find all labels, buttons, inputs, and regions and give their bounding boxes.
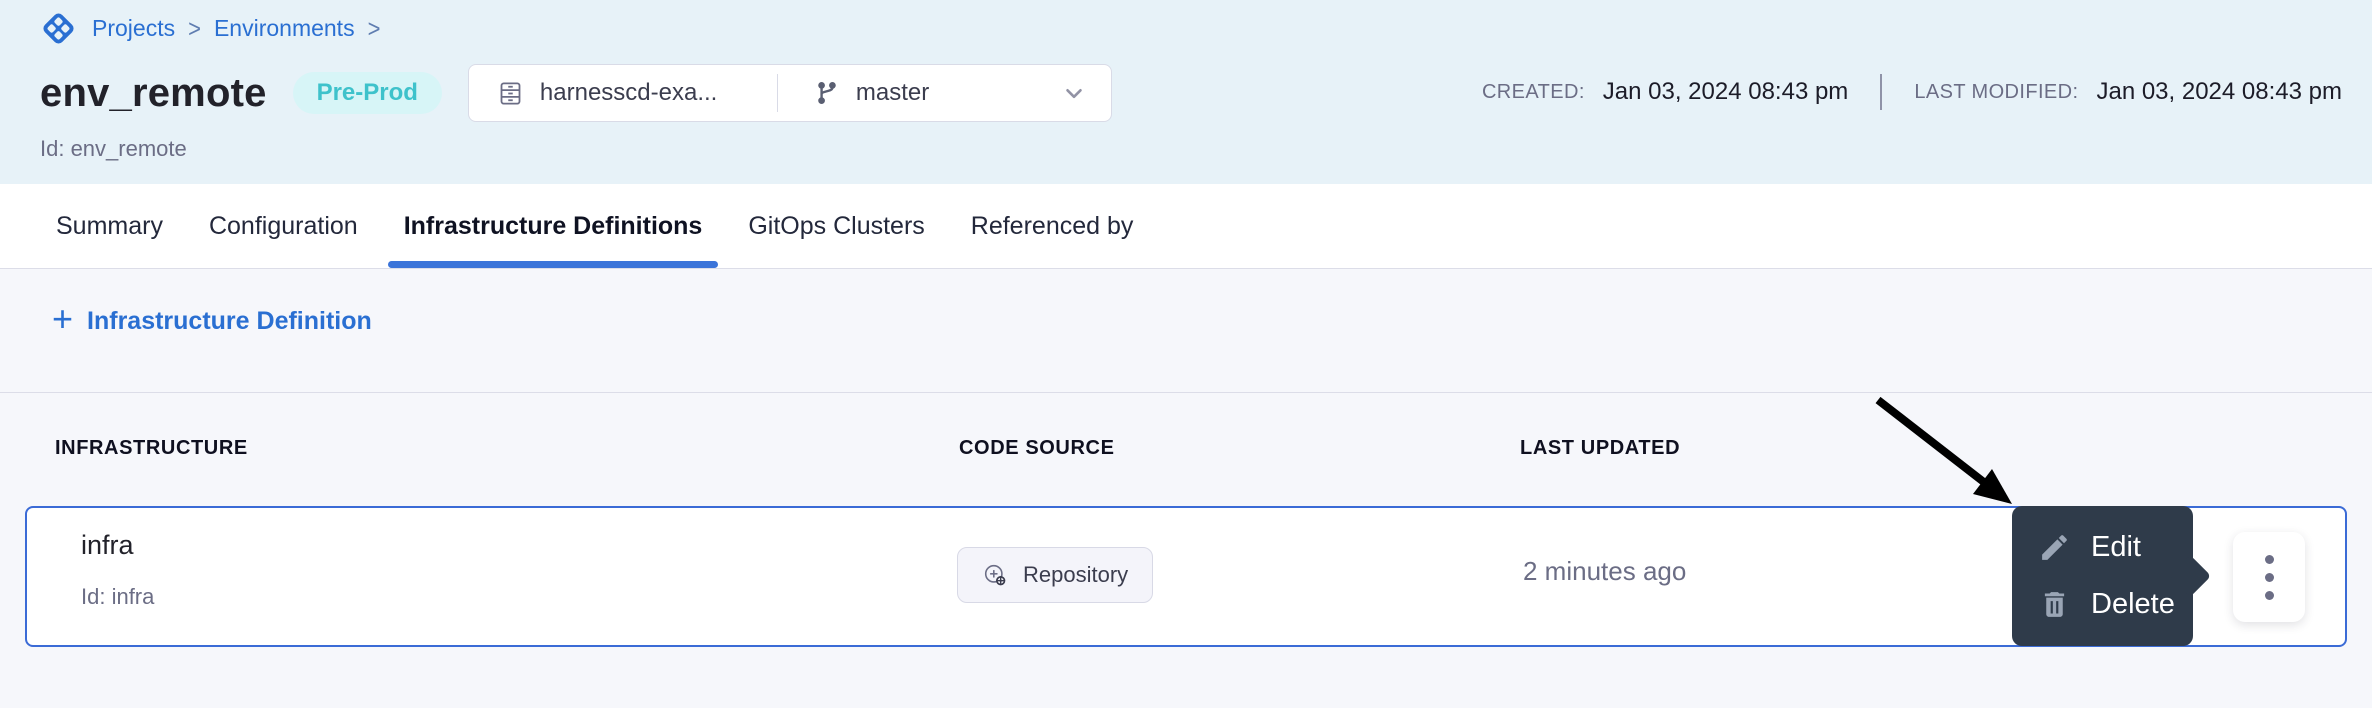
tab-label: Summary: [56, 212, 163, 241]
meta-timestamps: CREATED: Jan 03, 2024 08:43 pm LAST MODI…: [1482, 0, 2342, 184]
created-label: CREATED:: [1482, 81, 1585, 104]
column-last-updated: LAST UPDATED: [1520, 437, 1680, 460]
menu-item-label: Delete: [2091, 588, 2175, 621]
tab-infrastructure-definitions[interactable]: Infrastructure Definitions: [404, 184, 703, 268]
last-updated-value: 2 minutes ago: [1523, 556, 1686, 587]
environment-details-page: Projects > Environments > env_remote Pre…: [0, 0, 2372, 708]
trash-icon: [2038, 588, 2071, 621]
page-title: env_remote: [40, 71, 267, 116]
last-modified-value: Jan 03, 2024 08:43 pm: [2096, 78, 2342, 106]
title-row: env_remote Pre-Prod harnesscd: [40, 64, 1112, 122]
kebab-menu-icon: [2265, 555, 2274, 564]
repository-segment[interactable]: harnesscd-exa...: [469, 79, 777, 107]
add-infrastructure-definition-button[interactable]: + Infrastructure Definition: [52, 305, 372, 337]
tab-summary[interactable]: Summary: [56, 184, 163, 268]
tab-label: Referenced by: [971, 212, 1134, 241]
tab-label: GitOps Clusters: [748, 212, 924, 241]
last-modified-label: LAST MODIFIED:: [1914, 81, 2078, 104]
created-value: Jan 03, 2024 08:43 pm: [1603, 78, 1849, 106]
add-infrastructure-definition-label: Infrastructure Definition: [87, 307, 372, 336]
breadcrumb-separator: >: [188, 14, 201, 44]
section-divider: [0, 392, 2372, 393]
git-branch-icon: [814, 80, 840, 106]
column-infrastructure: INFRASTRUCTURE: [55, 437, 248, 460]
menu-item-label: Edit: [2091, 531, 2141, 564]
infrastructure-definitions-panel: + Infrastructure Definition INFRASTRUCTU…: [0, 269, 2372, 708]
kebab-menu-icon: [2265, 591, 2274, 600]
breadcrumb-environments[interactable]: Environments: [214, 15, 355, 42]
repository-badge-icon: [982, 562, 1009, 589]
repository-icon: [497, 80, 524, 107]
infrastructure-id: Id: infra: [81, 584, 154, 610]
harness-projects-icon: [40, 10, 77, 47]
page-header: Projects > Environments > env_remote Pre…: [0, 0, 2372, 184]
tab-bar: Summary Configuration Infrastructure Def…: [0, 184, 2372, 269]
column-code-source: CODE SOURCE: [959, 437, 1115, 460]
repo-branch-selector[interactable]: harnesscd-exa... master: [468, 64, 1112, 122]
tab-referenced-by[interactable]: Referenced by: [971, 184, 1134, 268]
repository-name: harnesscd-exa...: [540, 79, 717, 107]
kebab-menu-icon: [2265, 573, 2274, 582]
tab-gitops-clusters[interactable]: GitOps Clusters: [748, 184, 924, 268]
infrastructure-name: infra: [81, 530, 134, 561]
breadcrumb: Projects > Environments >: [40, 10, 380, 47]
plus-icon: +: [52, 301, 73, 337]
row-context-menu: Edit Delete: [2012, 506, 2193, 646]
env-type-badge: Pre-Prod: [293, 72, 442, 114]
tab-label: Infrastructure Definitions: [404, 212, 703, 241]
tab-configuration[interactable]: Configuration: [209, 184, 358, 268]
meta-separator: [1880, 74, 1882, 110]
breadcrumb-separator: >: [368, 14, 381, 44]
pencil-icon: [2038, 531, 2071, 564]
menu-item-edit[interactable]: Edit: [2012, 531, 2193, 564]
chevron-down-icon: [1061, 80, 1087, 106]
branch-segment[interactable]: master: [778, 79, 1111, 107]
entity-id: Id: env_remote: [40, 136, 187, 162]
menu-item-delete[interactable]: Delete: [2012, 588, 2193, 621]
code-source-badge: Repository: [957, 547, 1153, 603]
branch-name: master: [856, 79, 929, 107]
row-options-button[interactable]: [2233, 532, 2305, 622]
tab-label: Configuration: [209, 212, 358, 241]
code-source-label: Repository: [1023, 562, 1128, 588]
table-row[interactable]: infra Id: infra Repository 2 minu: [25, 506, 2347, 647]
breadcrumb-projects[interactable]: Projects: [92, 15, 175, 42]
active-tab-underline: [388, 261, 719, 268]
